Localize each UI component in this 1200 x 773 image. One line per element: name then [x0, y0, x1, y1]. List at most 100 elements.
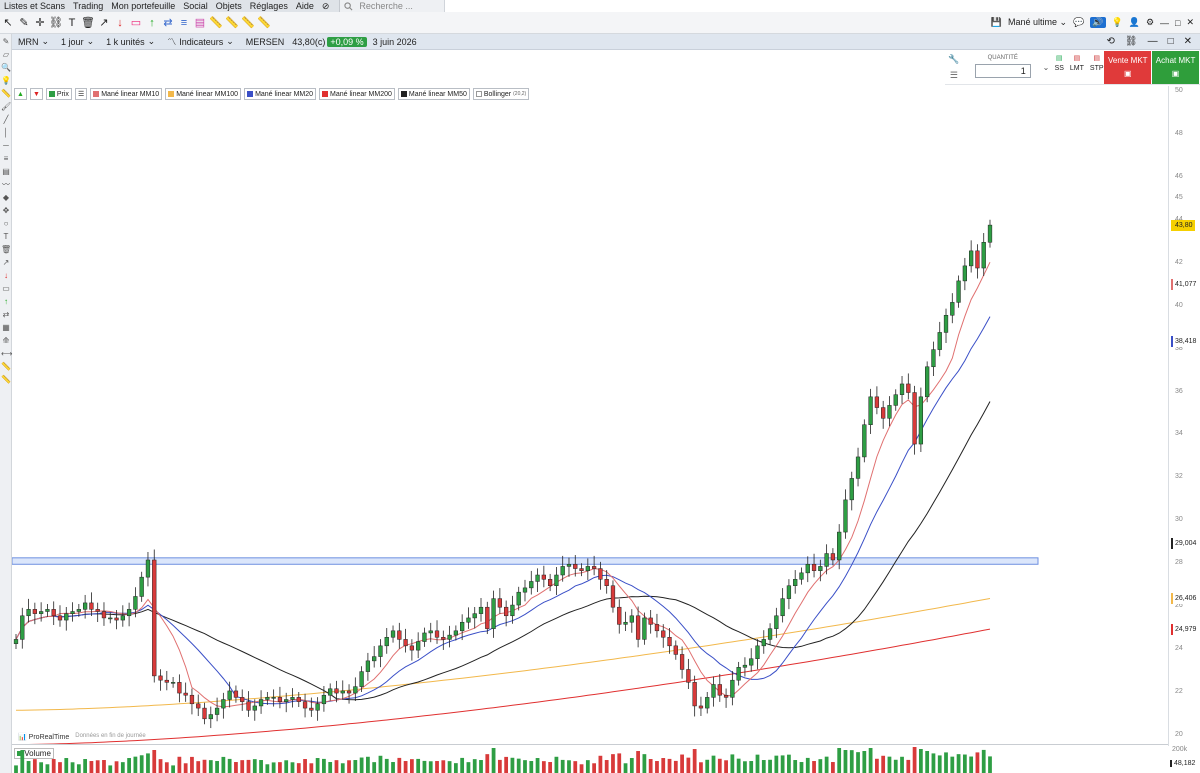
legend-item-mm100[interactable]: Mané linear MM100: [165, 88, 242, 100]
menu-item-lists[interactable]: Listes et Scans: [0, 0, 69, 12]
cursor-icon[interactable]: ↖: [1, 16, 15, 30]
period-selector[interactable]: 1 jour ⌄: [55, 36, 100, 47]
menu-item-settings[interactable]: Réglages: [246, 0, 292, 12]
menu-item-help[interactable]: Aide: [292, 0, 318, 12]
range-icon[interactable]: ▭: [129, 16, 143, 30]
workspace-selector[interactable]: Mané ultime ⌄: [1008, 17, 1067, 28]
wave-tool-icon[interactable]: 〰: [1, 180, 11, 190]
legend-item-mm10[interactable]: Mané linear MM10: [90, 88, 163, 100]
maximize-icon[interactable]: □: [1175, 18, 1180, 28]
ruler3-tool-icon[interactable]: 📏: [1, 375, 11, 385]
sync-icon[interactable]: ⟲: [1106, 36, 1114, 47]
candle-body: [233, 690, 239, 698]
link-chart-icon[interactable]: ⛓: [1125, 36, 1138, 47]
search-box[interactable]: Recherche ...: [339, 0, 445, 12]
candle-body: [139, 576, 144, 597]
eraser-tool-icon[interactable]: ▱: [1, 50, 11, 60]
circle-tool-icon[interactable]: ○: [1, 219, 11, 229]
fibonacci-icon[interactable]: ≡: [177, 16, 191, 30]
sell-market-button[interactable]: Vente MKT ▣: [1104, 51, 1152, 84]
zoom-tool-icon[interactable]: 🔍: [1, 63, 11, 73]
ruler-icon[interactable]: 📏: [209, 16, 223, 30]
up-arrow-tool-icon[interactable]: ↑: [1, 297, 11, 307]
legend-item-bollinger[interactable]: Bollinger (20,2): [472, 88, 530, 100]
legend-item-mm20[interactable]: Mané linear MM20: [244, 88, 317, 100]
trendline-icon[interactable]: ⇄: [161, 16, 175, 30]
crosshair-icon[interactable]: ✛: [33, 16, 47, 30]
hline-tool-icon[interactable]: ─: [1, 141, 11, 151]
chat-icon[interactable]: 💬: [1073, 17, 1084, 28]
channel-tool-icon[interactable]: ▤: [1, 167, 11, 177]
legend-list-icon[interactable]: ☰: [74, 88, 88, 100]
legend-item-mm200[interactable]: Mané linear MM200: [319, 88, 395, 100]
pencil-tool-icon[interactable]: ✎: [1, 37, 11, 47]
pencil-icon[interactable]: ✎: [17, 16, 31, 30]
eraser2-tool-icon[interactable]: ◆: [1, 193, 11, 203]
indicators-button[interactable]: 〽 Indicateurs ⌄: [161, 35, 240, 48]
arrow-icon[interactable]: ↗: [97, 16, 111, 30]
vline-tool-icon[interactable]: │: [1, 128, 11, 138]
bulb-tool-icon[interactable]: 💡: [1, 76, 11, 86]
list-icon[interactable]: ☰: [950, 70, 958, 81]
ruler2-tool-icon[interactable]: 📏: [1, 362, 11, 372]
buy-market-button[interactable]: Achat MKT ▣: [1152, 51, 1199, 84]
move-down-button[interactable]: ▼: [29, 88, 43, 100]
move-tool-icon[interactable]: ✥: [1, 206, 11, 216]
range-tool-icon[interactable]: ▭: [1, 284, 11, 294]
legend-item-mm50[interactable]: Mané linear MM50: [397, 88, 470, 100]
grid-tool-icon[interactable]: ▦: [1, 323, 11, 333]
volume-bar: [120, 762, 125, 773]
quantity-input[interactable]: 1: [974, 64, 1031, 78]
volume-bar: [799, 762, 804, 773]
bulb-icon[interactable]: 💡: [1112, 17, 1123, 28]
ruler4-icon[interactable]: 📏: [257, 16, 271, 30]
buy-arrow-icon[interactable]: ↑: [145, 16, 159, 30]
sell-arrow-icon[interactable]: ↓: [113, 16, 127, 30]
trash-icon[interactable]: 🗑: [81, 16, 95, 30]
link-icon[interactable]: ⛓: [49, 16, 63, 30]
move-up-button[interactable]: ▲: [14, 88, 27, 100]
menu-item-trading[interactable]: Trading: [69, 0, 107, 12]
wrench-icon[interactable]: 🔧: [948, 54, 959, 65]
ruler2-icon[interactable]: 📏: [225, 16, 239, 30]
brush-tool-icon[interactable]: 🖌: [1, 102, 11, 112]
ticker-selector[interactable]: MRN ⌄: [12, 36, 55, 47]
trend-tool-icon[interactable]: ⇄: [1, 310, 11, 320]
legend-item-price[interactable]: Prix: [45, 88, 72, 100]
ruler-tool-icon[interactable]: 📏: [1, 89, 11, 99]
user-icon[interactable]: 👤: [1129, 17, 1140, 28]
order-type-dropdown[interactable]: ⌄: [1043, 51, 1055, 84]
arrow-tool-icon[interactable]: ↗: [1, 258, 11, 268]
sound-icon[interactable]: 🔊: [1090, 17, 1106, 28]
fib-tool-icon[interactable]: ≡: [1, 154, 11, 164]
close-chart-icon[interactable]: ✕: [1184, 36, 1192, 47]
down-arrow-tool-icon[interactable]: ↓: [1, 271, 11, 281]
menu-item-social[interactable]: Social: [179, 0, 212, 12]
order-type-lmt[interactable]: ▤ LMT: [1070, 54, 1084, 84]
min-chart-icon[interactable]: —: [1148, 36, 1158, 47]
save-icon[interactable]: 💾: [991, 17, 1002, 28]
menu-item-portfolio[interactable]: Mon portefeuille: [107, 0, 179, 12]
price-chart[interactable]: [12, 86, 1168, 744]
candle-body: [378, 645, 383, 657]
pin-icon[interactable]: ⊘: [318, 0, 334, 12]
max-chart-icon[interactable]: □: [1168, 36, 1174, 47]
gear-icon[interactable]: ⚙: [1146, 17, 1154, 28]
line-tool-icon[interactable]: ╱: [1, 115, 11, 125]
order-type-ss[interactable]: ▤ SS: [1055, 54, 1064, 84]
trash-tool-icon[interactable]: 🗑: [1, 245, 11, 255]
volume-bar: [196, 761, 201, 773]
fan-tool-icon[interactable]: ⟰: [1, 336, 11, 346]
text-icon[interactable]: T: [65, 16, 79, 30]
close-icon[interactable]: ✕: [1186, 17, 1194, 28]
order-type-stp[interactable]: ▤ STP: [1090, 54, 1104, 84]
price-axis[interactable]: 202224262830323436384042444546485043,804…: [1168, 86, 1200, 746]
ruler3-icon[interactable]: 📏: [241, 16, 255, 30]
text-tool-icon[interactable]: T: [1, 232, 11, 242]
search-input[interactable]: Recherche ...: [359, 1, 413, 11]
channel-icon[interactable]: ▤: [193, 16, 207, 30]
measure-tool-icon[interactable]: ⟷: [1, 349, 12, 359]
menu-item-objects[interactable]: Objets: [212, 0, 246, 12]
units-selector[interactable]: 1 k unités ⌄: [100, 36, 161, 47]
minimize-icon[interactable]: —: [1160, 18, 1169, 28]
